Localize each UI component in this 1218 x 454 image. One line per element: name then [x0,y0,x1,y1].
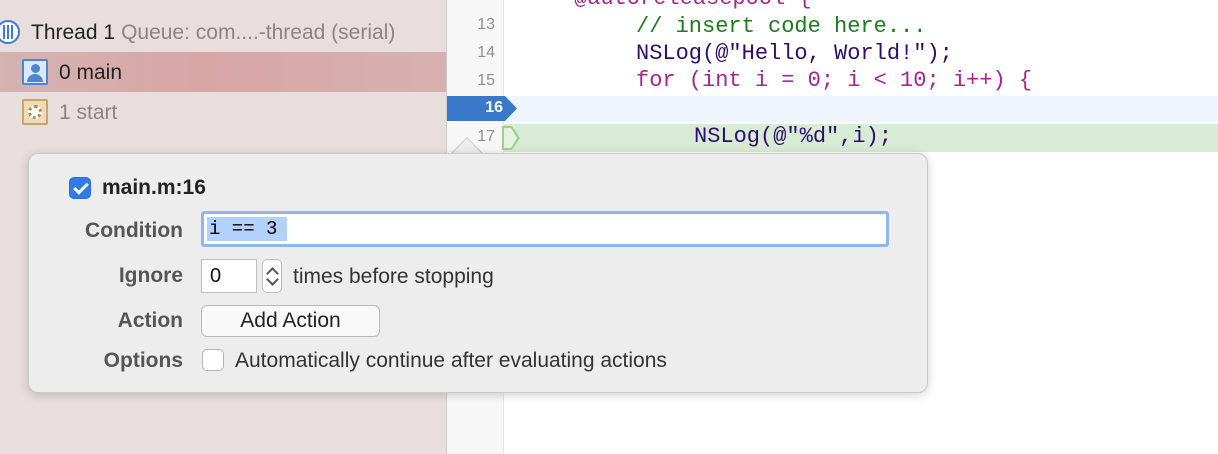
ignore-count-stepper[interactable] [262,259,282,293]
condition-input[interactable] [201,211,889,247]
thread-icon [0,20,20,44]
ignore-suffix: times before stopping [293,265,494,288]
line-number: 14 [477,44,495,61]
code-text: NSLog(@"Hello, World!"); [636,41,953,66]
thread-label: Thread 1 Queue: com....-thread (serial) [31,21,395,45]
code-text: NSLog(@"%d",i); [694,124,893,149]
add-action-button[interactable]: Add Action [201,305,380,337]
condition-label: Condition [85,219,183,242]
line-number: 13 [477,16,495,33]
thread-name: Thread 1 [31,21,116,44]
condition-value: i == 3 [209,218,278,240]
stack-frame-main[interactable]: 0 main [0,52,446,92]
line-number: 15 [477,72,495,89]
breakpoint-marker[interactable]: 16 [447,96,517,121]
ignore-count-input[interactable]: 0 [201,259,257,293]
breakpoint-line-number: 16 [485,99,503,116]
action-label: Action [117,309,183,332]
stack-frame-start[interactable]: 1 start [0,92,446,132]
breakpoint-title: main.m:16 [102,176,206,199]
auto-continue-checkbox[interactable] [202,349,224,371]
thread-row[interactable]: Thread 1 Queue: com....-thread (serial) [0,12,446,52]
user-code-icon [22,59,48,85]
system-frame-icon [22,99,48,125]
code-line-16 [504,96,1218,122]
code-line-partial: @autoreleasepool { [504,0,1218,14]
code-text: for (int i = 0; i < 10; i++) { [636,68,1033,93]
options-label: Options [103,349,183,372]
breakpoint-enabled-checkbox[interactable] [69,177,91,199]
code-text: @autoreleasepool { [574,0,812,11]
stack-frame-label: 1 start [59,101,118,124]
code-line-14: NSLog(@"Hello, World!"); [504,41,1218,69]
code-line-15: for (int i = 0; i < 10; i++) { [504,68,1218,96]
thread-queue: Queue: com....-thread (serial) [121,21,396,44]
breakpoint-editor-popover: main.m:16 Condition i == 3 Ignore 0 time… [28,153,928,393]
code-line-17: NSLog(@"%d",i); [504,124,1218,152]
ignore-label: Ignore [118,264,183,287]
code-text: // insert code here... [636,14,927,39]
stack-frame-label: 0 main [59,61,123,84]
auto-continue-label: Automatically continue after evaluating … [235,349,667,372]
code-line-13: // insert code here... [504,14,1218,42]
